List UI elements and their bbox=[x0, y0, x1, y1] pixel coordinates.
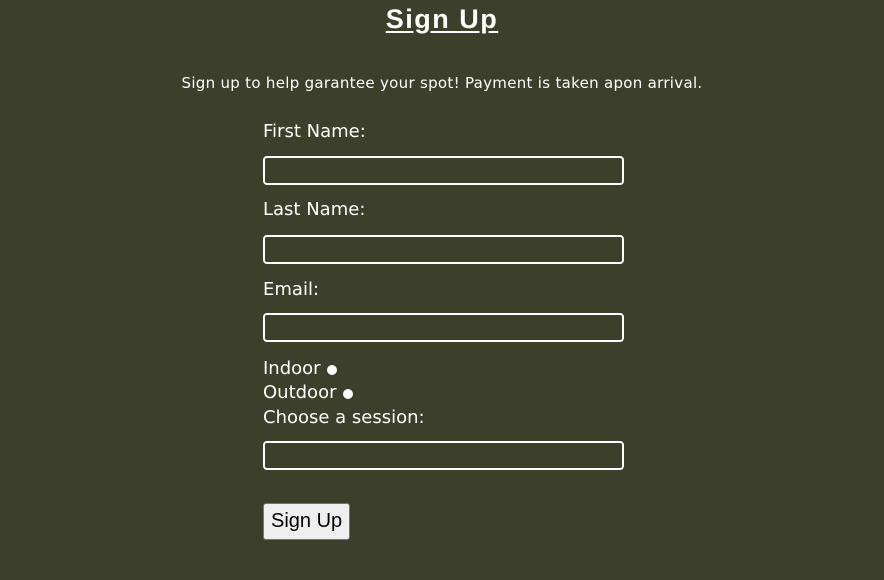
session-input[interactable] bbox=[263, 441, 624, 470]
first-name-input[interactable] bbox=[263, 156, 624, 185]
page-title: Sign Up bbox=[385, 4, 499, 34]
last-name-label: Last Name: bbox=[263, 199, 366, 220]
indoor-option: Indoor bbox=[263, 358, 337, 379]
outdoor-radio[interactable] bbox=[342, 388, 353, 399]
last-name-input[interactable] bbox=[263, 235, 624, 264]
sign-up-button[interactable]: Sign Up bbox=[263, 503, 351, 540]
email-input[interactable] bbox=[263, 313, 624, 342]
session-label: Choose a session: bbox=[263, 407, 425, 428]
indoor-radio[interactable] bbox=[326, 364, 337, 375]
intro-text: Sign up to help garantee your spot! Paym… bbox=[181, 74, 703, 92]
first-name-label: First Name: bbox=[263, 121, 366, 142]
outdoor-option: Outdoor bbox=[263, 382, 353, 403]
indoor-label: Indoor bbox=[263, 358, 321, 379]
outdoor-label: Outdoor bbox=[263, 382, 337, 403]
email-label: Email: bbox=[263, 279, 320, 300]
